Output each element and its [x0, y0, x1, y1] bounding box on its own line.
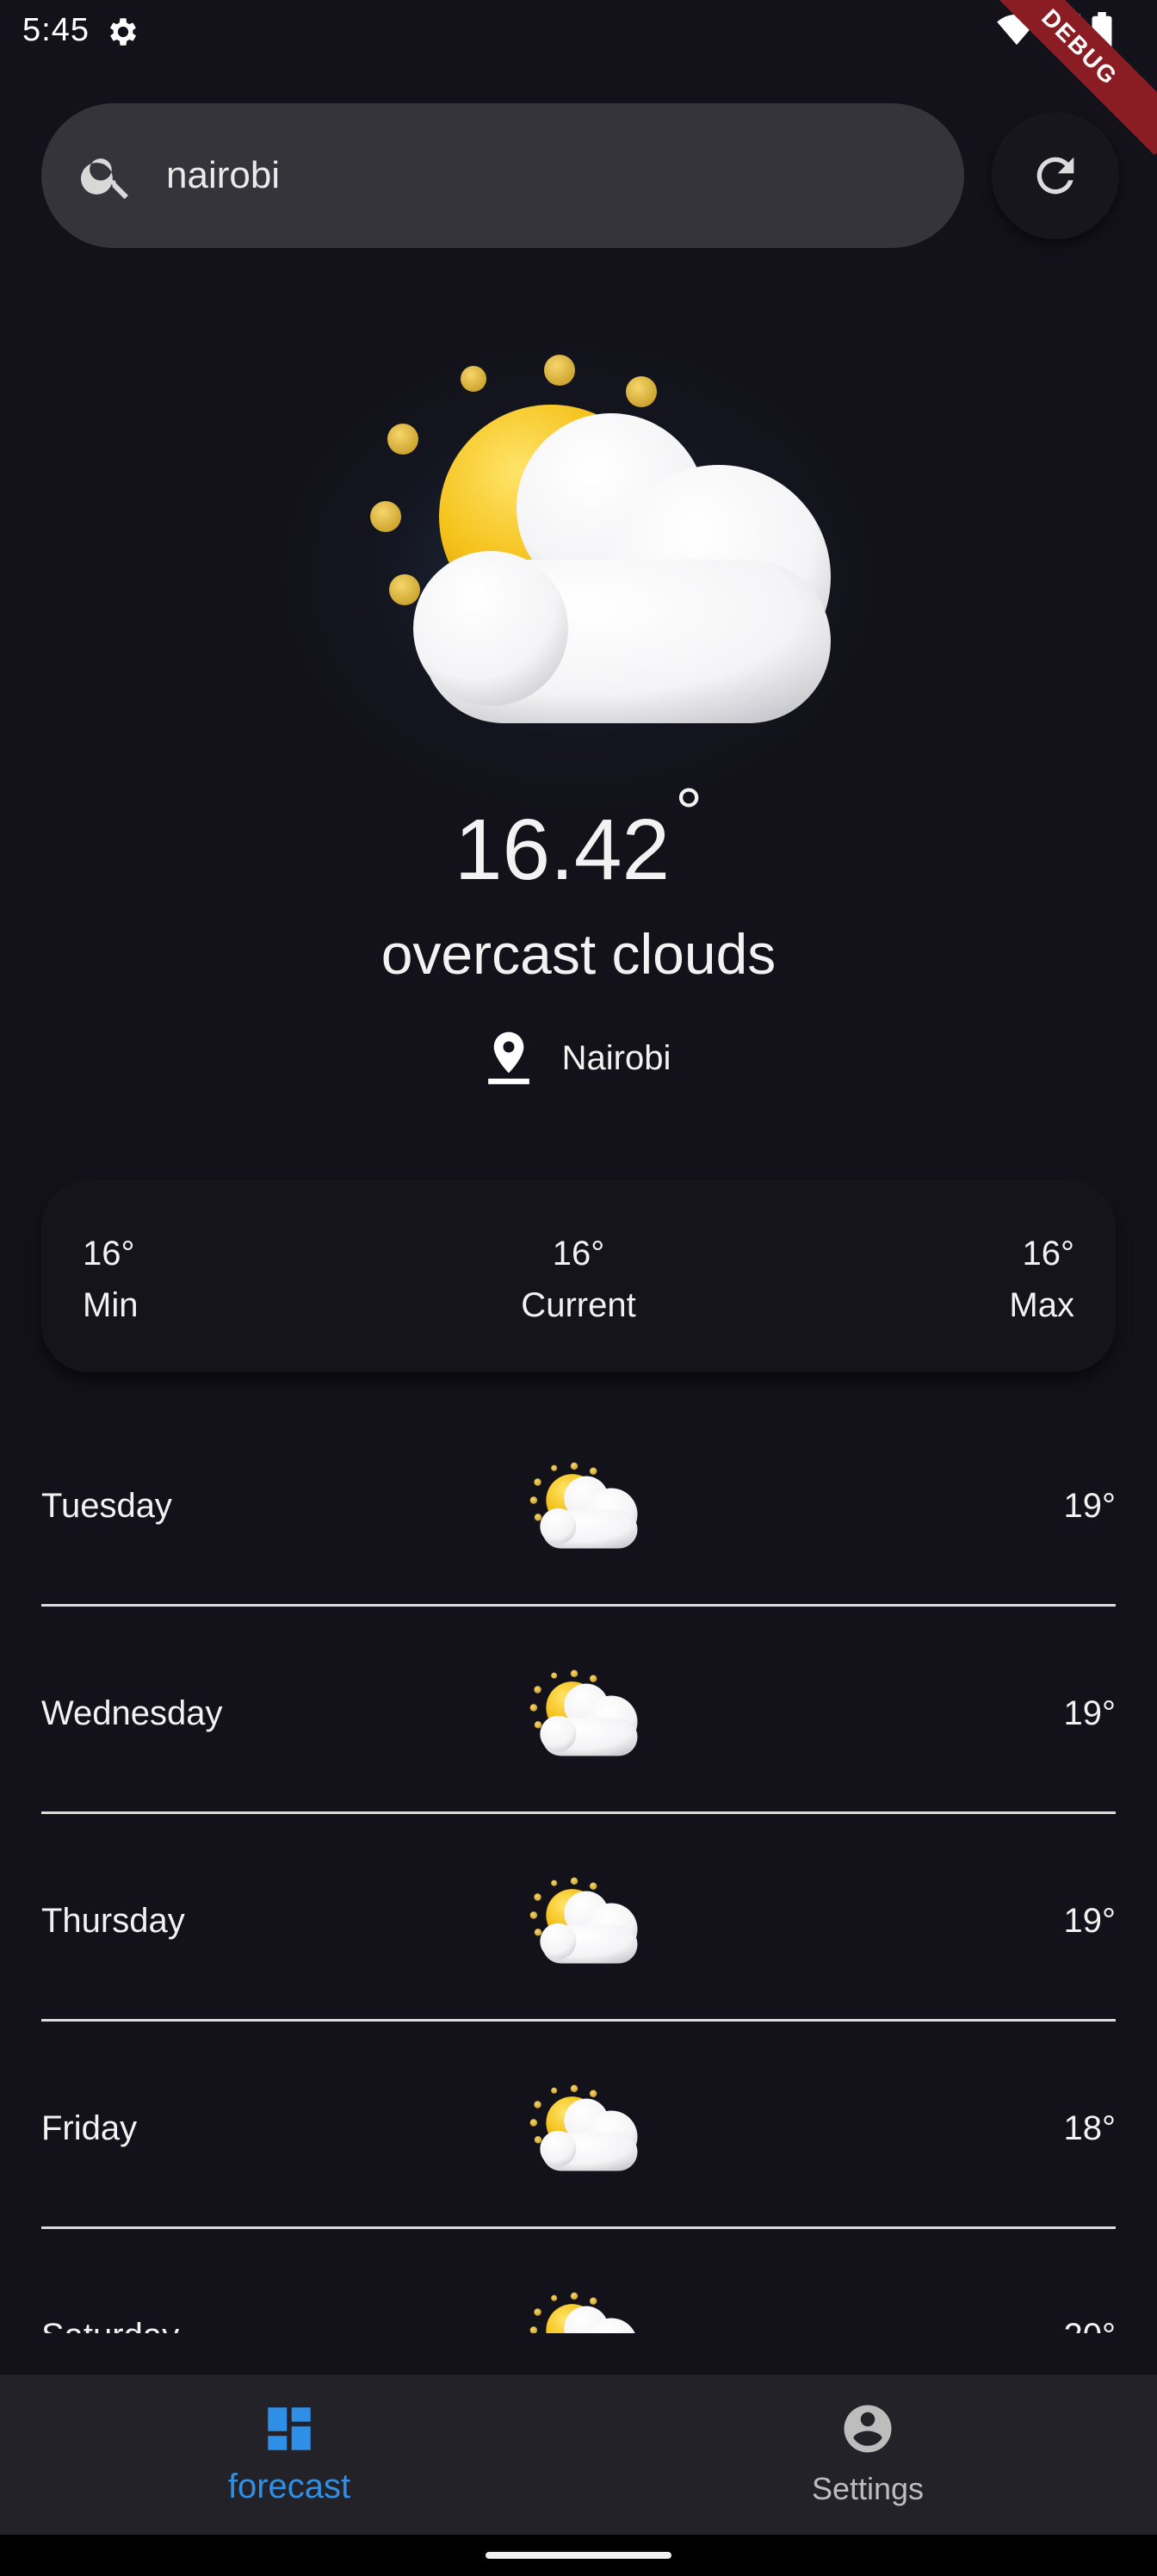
bottom-navigation: forecast Settings — [0, 2375, 1157, 2535]
forecast-day: Wednesday — [41, 1694, 223, 1732]
forecast-temperature: 20° — [1064, 2317, 1117, 2333]
degree-symbol: ° — [675, 774, 703, 851]
max-temperature-value: 16° — [1022, 1235, 1075, 1273]
forecast-row: Tuesday 19° — [41, 1399, 1116, 1607]
forecast-row: Thursday 19° — [41, 1814, 1116, 2022]
forecast-row: Saturday 20° — [41, 2229, 1116, 2333]
location-pin-icon — [487, 1031, 529, 1085]
refresh-button[interactable] — [992, 112, 1119, 239]
search-icon — [81, 158, 128, 200]
city-search-input[interactable] — [166, 103, 924, 248]
settings-gear-icon — [109, 18, 137, 46]
current-temperature-value: 16° — [552, 1235, 605, 1273]
forecast-row: Friday 18° — [41, 2022, 1116, 2229]
current-temperature: 16.42° — [0, 774, 1157, 900]
temperature-stats-card: 16° Min 16° Current 16° Max — [41, 1180, 1116, 1372]
refresh-icon — [1036, 157, 1074, 195]
forecast-day: Thursday — [41, 1902, 185, 1940]
forecast-temperature: 19° — [1063, 1902, 1117, 1940]
weather-app-screen: 5:45 DEBUG nairobi 16.42° overcast cloud… — [0, 0, 1157, 2576]
dashboard-icon — [268, 2407, 311, 2450]
forecast-day: Tuesday — [41, 1487, 172, 1525]
forecast-row: Wednesday 19° — [41, 1607, 1116, 1814]
forecast-temperature: 19° — [1063, 1694, 1117, 1732]
max-temperature: 16° Max — [1009, 1228, 1074, 1331]
partly-cloudy-icon — [370, 355, 831, 723]
current-temperature-label: Current — [521, 1286, 636, 1324]
forecast-day: Saturday — [41, 2317, 179, 2333]
nav-settings-label: Settings — [811, 2471, 925, 2506]
min-temperature: 16° Min — [83, 1228, 138, 1331]
account-circle-icon — [844, 2405, 892, 2453]
nav-settings-tab[interactable]: Settings — [578, 2375, 1157, 2535]
weather-description: overcast clouds — [381, 922, 776, 986]
temperature-value: 16.42 — [454, 802, 671, 898]
status-time: 5:45 — [22, 12, 90, 48]
min-temperature-label: Min — [83, 1286, 139, 1324]
partly-cloudy-icon — [529, 1669, 638, 1756]
max-temperature-label: Max — [1009, 1286, 1074, 1324]
partly-cloudy-icon — [529, 1877, 638, 1964]
status-bar: 5:45 DEBUG — [0, 0, 1157, 156]
nav-forecast-tab[interactable]: forecast — [0, 2375, 578, 2535]
partly-cloudy-icon — [529, 2292, 638, 2333]
min-temperature-value: 16° — [83, 1235, 135, 1273]
current-temperature-stat: 16° Current — [521, 1228, 635, 1331]
partly-cloudy-icon — [529, 2084, 638, 2171]
forecast-temperature: 19° — [1063, 1487, 1117, 1525]
forecast-day: Friday — [41, 2109, 138, 2147]
nav-forecast-label: forecast — [227, 2468, 351, 2505]
location-name: Nairobi — [561, 1038, 671, 1077]
partly-cloudy-icon — [529, 1462, 638, 1549]
location-row: Nairobi — [0, 1031, 1157, 1085]
forecast-temperature: 18° — [1063, 2109, 1117, 2147]
home-gesture-handle[interactable] — [486, 2552, 671, 2559]
daily-forecast-list[interactable]: Tuesday 19° Wednesday 19° Thursday 19° F… — [41, 1399, 1116, 2333]
city-search-bar[interactable] — [41, 103, 964, 248]
